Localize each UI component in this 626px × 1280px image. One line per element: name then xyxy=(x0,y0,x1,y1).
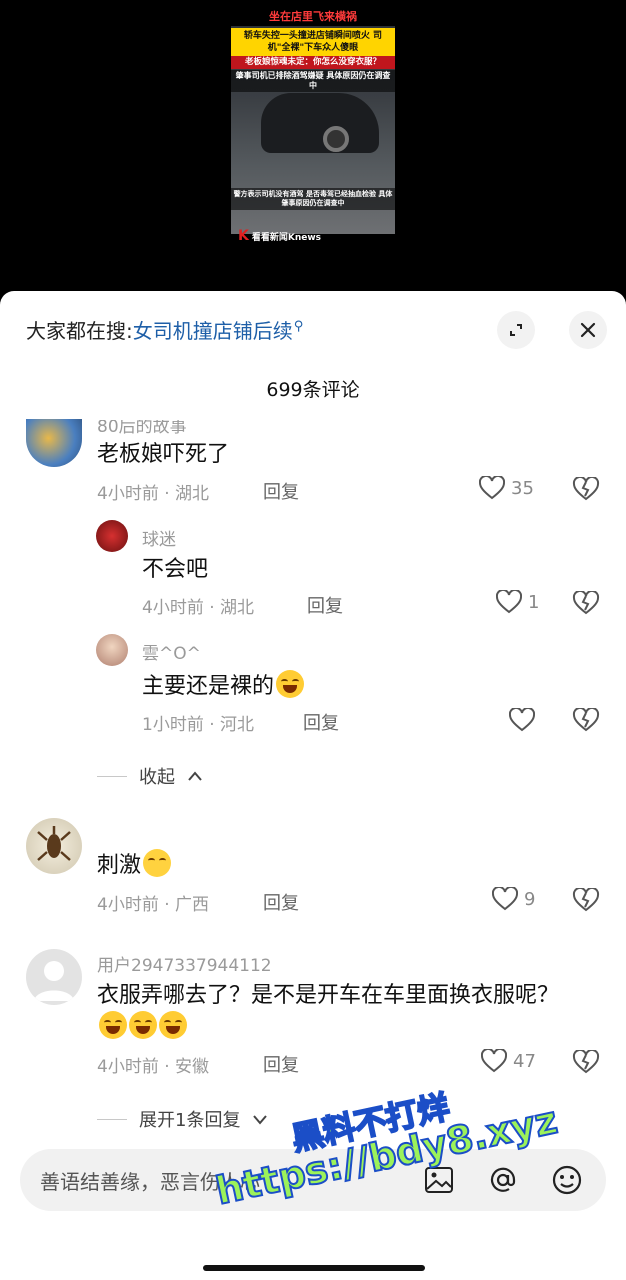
video-overlay-text: 肇事司机已排除酒驾嫌疑 具体原因仍在调查中 xyxy=(231,70,395,92)
comment-username[interactable]: 80后的故事 xyxy=(97,420,187,437)
chevron-down-icon xyxy=(253,1115,268,1125)
mention-button[interactable] xyxy=(484,1161,522,1199)
knews-logo-icon: K xyxy=(238,228,249,244)
collapse-label: 收起 xyxy=(139,767,175,788)
comment-time-location: 4小时前 · 广西 xyxy=(97,895,210,915)
video-subheadline: 老板娘惊魂未定：你怎么没穿衣服？ xyxy=(231,56,395,69)
reply-time-location: 1小时前 · 河北 xyxy=(142,715,255,735)
dislike-button[interactable] xyxy=(572,706,600,736)
laughing-tears-emoji-icon xyxy=(159,1011,187,1039)
search-prefix: 大家都在搜: xyxy=(26,319,133,343)
default-avatar-icon xyxy=(34,961,74,1001)
heart-icon xyxy=(496,590,522,614)
reply-username[interactable]: 球迷 xyxy=(142,525,176,550)
dislike-button[interactable] xyxy=(572,886,600,916)
divider xyxy=(97,1118,127,1120)
broken-heart-icon xyxy=(572,475,600,501)
news-logo: K 看看新闻Knews xyxy=(238,228,321,244)
comment-text: 老板娘吓死了 xyxy=(97,442,230,467)
emoji-button[interactable] xyxy=(548,1161,586,1199)
chevron-up-icon xyxy=(188,771,202,781)
broken-heart-icon xyxy=(572,1048,600,1074)
video-thumbnail: 坐在店里飞来横祸 轿车失控一头撞进店铺瞬间喷火 司机"全裸"下车众人傻眼 老板娘… xyxy=(231,8,395,234)
close-button[interactable] xyxy=(569,311,607,349)
collapse-replies-button[interactable]: 收起 xyxy=(97,763,203,789)
avatar[interactable] xyxy=(26,419,82,467)
like-count: 9 xyxy=(524,888,536,910)
reply-text-content: 主要还是裸的 xyxy=(142,674,275,699)
expand-label: 展开1条回复 xyxy=(139,1110,241,1131)
video-caption: 警方表示司机没有酒驾 是否毒驾已经抽血检验 具体肇事原因仍在调查中 xyxy=(231,188,395,210)
dislike-button[interactable] xyxy=(572,475,600,505)
reply-username[interactable]: 雲^O^ xyxy=(142,639,201,664)
comment-text-content: 刺激 xyxy=(97,853,142,878)
like-button[interactable]: 35 xyxy=(479,476,534,500)
laughing-tears-emoji-icon xyxy=(129,1011,157,1039)
reply-button[interactable]: 回复 xyxy=(303,709,339,735)
like-button[interactable]: 9 xyxy=(492,887,535,911)
search-icon: ⚲ xyxy=(293,319,304,335)
video-banner-top: 坐在店里飞来横祸 xyxy=(231,8,395,26)
reply-button[interactable]: 回复 xyxy=(263,1051,299,1077)
car-wheel xyxy=(323,126,349,152)
like-count: 35 xyxy=(511,477,534,499)
expand-replies-button[interactable]: 展开1条回复 xyxy=(97,1106,268,1132)
broken-heart-icon xyxy=(572,706,600,732)
expand-icon xyxy=(510,324,522,336)
close-icon xyxy=(580,322,596,338)
reply-avatar[interactable] xyxy=(96,634,128,666)
video-player[interactable]: 坐在店里飞来横祸 轿车失控一头撞进店铺瞬间喷火 司机"全裸"下车众人傻眼 老板娘… xyxy=(0,0,626,300)
comment-text: 衣服弄哪去了？是不是开车在车里面换衣服呢？ xyxy=(97,980,567,1043)
expand-button[interactable] xyxy=(497,311,535,349)
like-button[interactable] xyxy=(509,708,541,732)
dislike-button[interactable] xyxy=(572,589,600,619)
comment-text-content: 衣服弄哪去了？是不是开车在车里面换衣服呢？ xyxy=(97,983,560,1008)
avatar[interactable] xyxy=(26,949,82,1005)
trending-search[interactable]: 大家都在搜:女司机撞店铺后续⚲ xyxy=(26,315,303,344)
like-count: 47 xyxy=(513,1050,536,1072)
car-image xyxy=(261,93,379,153)
broken-heart-icon xyxy=(572,589,600,615)
dislike-button[interactable] xyxy=(572,1048,600,1078)
heart-icon xyxy=(492,887,518,911)
video-headline: 轿车失控一头撞进店铺瞬间喷火 司机"全裸"下车众人傻眼 xyxy=(231,28,395,56)
reply-time-location: 4小时前 · 湖北 xyxy=(142,598,255,618)
smirk-emoji-icon xyxy=(143,849,172,877)
heart-icon xyxy=(481,1049,507,1073)
avatar[interactable] xyxy=(26,818,82,874)
like-button[interactable]: 1 xyxy=(496,590,539,614)
comment-time-location: 4小时前 · 湖北 xyxy=(97,484,210,504)
heart-icon xyxy=(479,476,505,500)
laughing-tears-emoji-icon xyxy=(99,1011,127,1039)
comment-count: 699条评论 xyxy=(266,379,360,401)
laughing-tears-emoji-icon xyxy=(276,670,305,698)
reply-button[interactable]: 回复 xyxy=(307,592,343,618)
comment-time-location: 4小时前 · 安徽 xyxy=(97,1057,210,1077)
like-count: 1 xyxy=(528,591,540,613)
reply-text: 不会吧 xyxy=(142,557,209,582)
search-link[interactable]: 女司机撞店铺后续 xyxy=(133,319,293,343)
reply-button[interactable]: 回复 xyxy=(263,889,299,915)
divider xyxy=(97,775,127,777)
creature-avatar-icon xyxy=(37,826,71,861)
home-indicator[interactable] xyxy=(203,1265,425,1271)
news-logo-text: 看看新闻Knews xyxy=(251,233,322,243)
reply-button[interactable]: 回复 xyxy=(263,478,299,504)
comment-text: 刺激 xyxy=(97,849,172,881)
broken-heart-icon xyxy=(572,886,600,912)
smiley-icon xyxy=(552,1165,582,1195)
image-icon xyxy=(425,1167,453,1193)
reply-text: 主要还是裸的 xyxy=(142,670,305,702)
heart-icon xyxy=(509,708,535,732)
at-sign-icon xyxy=(490,1167,516,1192)
like-button[interactable]: 47 xyxy=(481,1049,536,1073)
reply-avatar[interactable] xyxy=(96,520,128,552)
comment-username[interactable]: 用户2947337944112 xyxy=(97,951,272,976)
